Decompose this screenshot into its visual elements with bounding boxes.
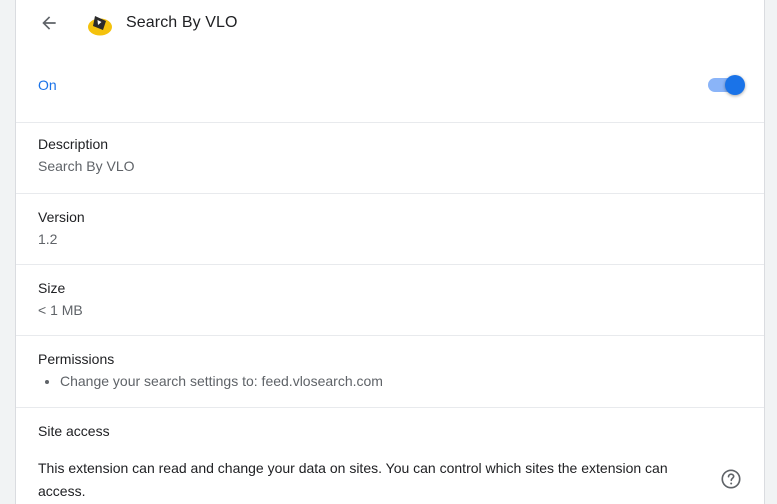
permission-item: Change your search settings to: feed.vlo… xyxy=(60,373,383,389)
version-value: 1.2 xyxy=(38,231,58,247)
header: Search By VLO xyxy=(16,0,764,48)
page-title: Search By VLO xyxy=(126,14,238,31)
description-value: Search By VLO xyxy=(38,158,135,174)
help-circle-icon xyxy=(721,469,741,489)
enable-toggle[interactable] xyxy=(708,75,745,95)
vlo-extension-icon xyxy=(88,16,112,36)
size-section: Size < 1 MB xyxy=(16,264,764,335)
size-label: Size xyxy=(38,280,66,296)
on-label: On xyxy=(38,77,57,93)
version-section: Version 1.2 xyxy=(16,193,764,264)
description-label: Description xyxy=(38,136,109,152)
size-value: < 1 MB xyxy=(38,302,83,318)
version-label: Version xyxy=(38,209,85,225)
site-access-section: Site access This extension can read and … xyxy=(16,407,764,504)
site-access-label: Site access xyxy=(38,423,110,439)
permissions-label: Permissions xyxy=(38,351,115,367)
enable-row: On xyxy=(16,48,764,122)
permissions-section: Permissions Change your search settings … xyxy=(16,335,764,407)
permissions-list: Change your search settings to: feed.vlo… xyxy=(38,373,383,389)
arrow-back-icon xyxy=(42,16,56,30)
toggle-knob xyxy=(725,75,745,95)
extension-details-card: Search By VLO On Description Search By V… xyxy=(16,0,764,504)
back-button[interactable] xyxy=(34,8,64,38)
description-section: Description Search By VLO xyxy=(16,122,764,193)
help-button[interactable] xyxy=(720,468,742,490)
site-access-text: This extension can read and change your … xyxy=(38,460,668,499)
